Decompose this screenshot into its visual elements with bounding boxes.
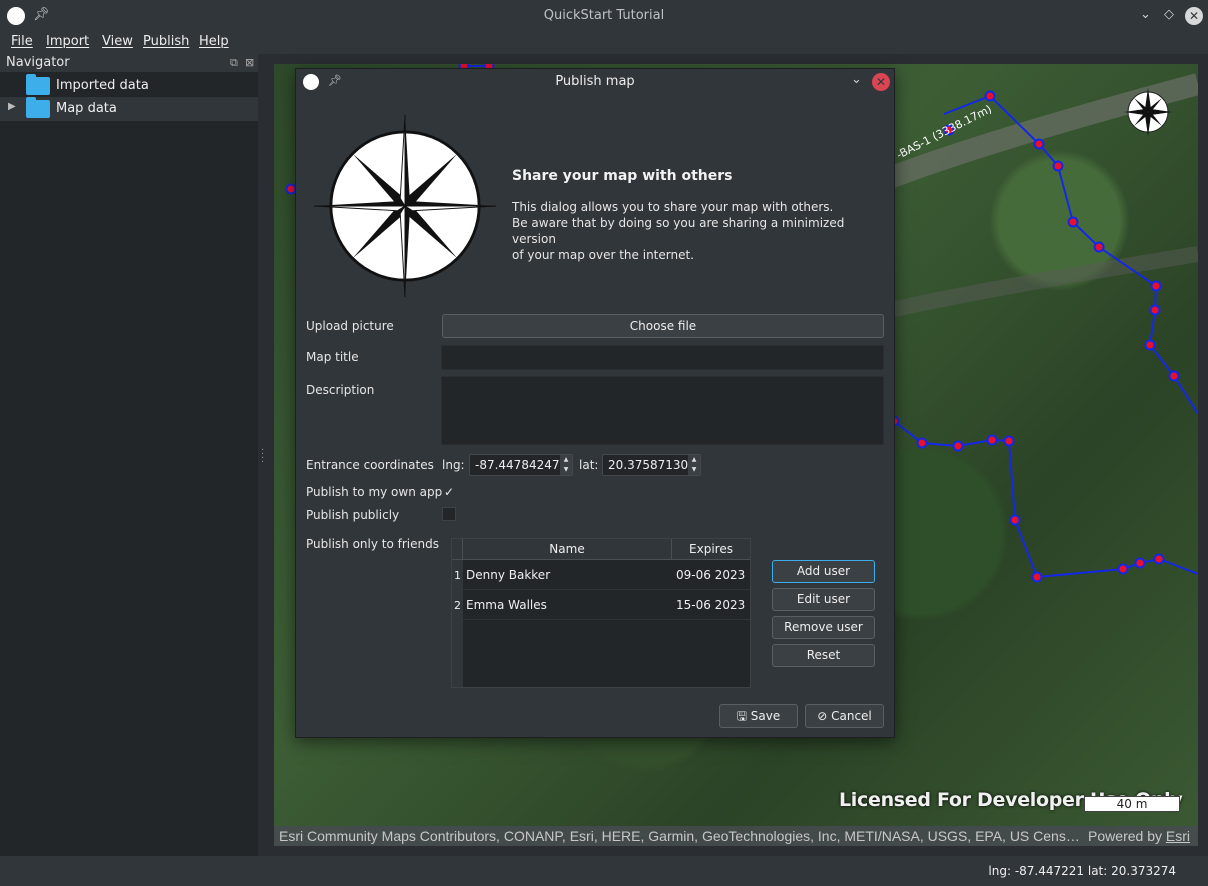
close-window-button[interactable]: ✕	[1185, 7, 1203, 25]
row-divider	[463, 589, 750, 590]
dialog-description: This dialog allows you to share your map…	[512, 199, 882, 263]
column-header-expires[interactable]: Expires	[672, 539, 750, 560]
edit-user-button[interactable]: Edit user	[772, 588, 875, 611]
map-title-input[interactable]	[441, 345, 884, 370]
table-corner	[452, 539, 463, 560]
dialog-minimize-icon[interactable]: ⌄	[851, 72, 862, 87]
menu-import[interactable]: Import	[46, 34, 89, 49]
cancel-icon: ⊘	[817, 709, 828, 723]
remove-user-button[interactable]: Remove user	[772, 616, 875, 639]
lng-spinbox[interactable]: -87.44784247 ▲ ▼	[469, 454, 573, 476]
upload-picture-label: Upload picture	[306, 319, 394, 333]
cancel-button[interactable]: ⊘ Cancel	[805, 704, 884, 728]
nav-item-imported-data[interactable]: Imported data	[0, 74, 258, 98]
row-divider	[463, 619, 750, 620]
cancel-label: Cancel	[831, 709, 872, 723]
cell-name[interactable]: Emma Walles	[466, 598, 547, 612]
minimize-icon[interactable]: ⌄	[1140, 7, 1151, 22]
status-bar: lng: -87.447221 lat: 20.373274	[0, 856, 1208, 886]
menu-view[interactable]: View	[102, 34, 133, 49]
folder-globe-icon	[26, 97, 50, 118]
map-title-label: Map title	[306, 350, 359, 364]
friends-table: Name Expires 1 Denny Bakker 09-06 2023 2…	[451, 538, 751, 688]
map-compass-icon[interactable]	[1123, 87, 1173, 137]
column-header-name[interactable]: Name	[463, 539, 672, 560]
publish-map-dialog: 📌︎ Publish map ⌄ ✕ Share your map with o…	[295, 68, 895, 738]
save-icon: 🖫	[736, 709, 747, 723]
choose-file-button[interactable]: Choose file	[442, 314, 884, 338]
choose-file-label: Choose file	[629, 319, 697, 333]
description-label: Description	[306, 383, 375, 397]
description-line: of your map over the internet.	[512, 248, 694, 262]
nav-item-label: Map data	[56, 101, 117, 116]
lng-stepper-icon[interactable]: ▲ ▼	[560, 455, 572, 475]
menu-file[interactable]: File	[11, 34, 33, 49]
description-line: Be aware that by doing so you are sharin…	[512, 216, 845, 246]
publish-own-app-checkbox[interactable]: ✓	[442, 485, 456, 499]
lat-spinbox[interactable]: 20.37587130 ▲ ▼	[602, 454, 701, 476]
publish-friends-label: Publish only to friends	[306, 537, 439, 551]
esri-link[interactable]: Esri	[1166, 828, 1190, 844]
compass-rose-icon	[313, 114, 497, 298]
panel-splitter[interactable]: · · · ·	[258, 54, 274, 856]
entrance-coordinates-label: Entrance coordinates	[306, 458, 434, 472]
cursor-coordinates: lng: -87.447221 lat: 20.373274	[988, 864, 1176, 878]
nav-item-label: Imported data	[56, 78, 149, 93]
route-line-lower	[893, 420, 1198, 579]
nav-item-map-data[interactable]: ▶ Map data	[0, 97, 258, 121]
save-label: Save	[750, 709, 781, 723]
title-bar: 📌︎ QuickStart Tutorial ⌄ ◇ ✕	[0, 0, 1208, 32]
menu-publish[interactable]: Publish	[143, 34, 189, 49]
expand-arrow-icon[interactable]: ▶	[8, 101, 16, 112]
menu-bar: File Import View Publish Help	[0, 32, 1208, 54]
publish-publicly-checkbox[interactable]	[442, 507, 456, 521]
dialog-heading: Share your map with others	[512, 168, 733, 184]
cell-expires[interactable]: 15-06 2023	[676, 598, 745, 612]
window-title: QuickStart Tutorial	[543, 8, 665, 23]
add-user-button[interactable]: Add user	[772, 560, 875, 583]
navigator-header: Navigator ⧉ ⊠	[0, 54, 258, 72]
close-panel-icon[interactable]: ⊠	[245, 56, 254, 69]
powered-by-prefix: Powered by	[1088, 828, 1166, 844]
lng-label: lng:	[442, 458, 465, 472]
menu-help[interactable]: Help	[199, 34, 229, 49]
lat-label: lat:	[579, 458, 599, 472]
row-index: 1	[454, 569, 461, 582]
attribution-text: Esri Community Maps Contributors, CONANP…	[279, 828, 1080, 844]
description-textarea[interactable]	[441, 376, 884, 445]
dialog-close-button[interactable]: ✕	[872, 73, 890, 91]
publish-publicly-label: Publish publicly	[306, 508, 400, 522]
cell-expires[interactable]: 09-06 2023	[676, 568, 745, 582]
description-line: This dialog allows you to share your map…	[512, 200, 834, 214]
powered-by: Powered by Esri	[1088, 828, 1190, 844]
lng-value: -87.44784247	[475, 458, 560, 472]
trail	[872, 246, 1198, 322]
lat-value: 20.37587130	[608, 458, 689, 472]
folder-icon	[26, 74, 50, 95]
dialog-title-bar: 📌︎ Publish map ⌄ ✕	[296, 69, 894, 95]
navigator-title: Navigator	[6, 55, 70, 70]
maximize-icon[interactable]: ◇	[1164, 7, 1174, 22]
reset-button[interactable]: Reset	[772, 644, 875, 667]
scale-bar: 40 m	[1084, 796, 1180, 812]
map-attribution: Esri Community Maps Contributors, CONANP…	[274, 826, 1198, 846]
cell-name[interactable]: Denny Bakker	[466, 568, 550, 582]
save-button[interactable]: 🖫 Save	[719, 704, 798, 728]
dialog-title: Publish map	[555, 74, 635, 89]
float-panel-icon[interactable]: ⧉	[230, 56, 238, 70]
navigator-panel: Navigator ⧉ ⊠ Imported data ▶ Map data	[0, 54, 258, 856]
lat-stepper-icon[interactable]: ▲ ▼	[688, 455, 700, 475]
publish-own-app-label: Publish to my own app	[306, 485, 443, 499]
row-index: 2	[454, 599, 461, 612]
splitter-grip: · · · ·	[261, 445, 265, 468]
